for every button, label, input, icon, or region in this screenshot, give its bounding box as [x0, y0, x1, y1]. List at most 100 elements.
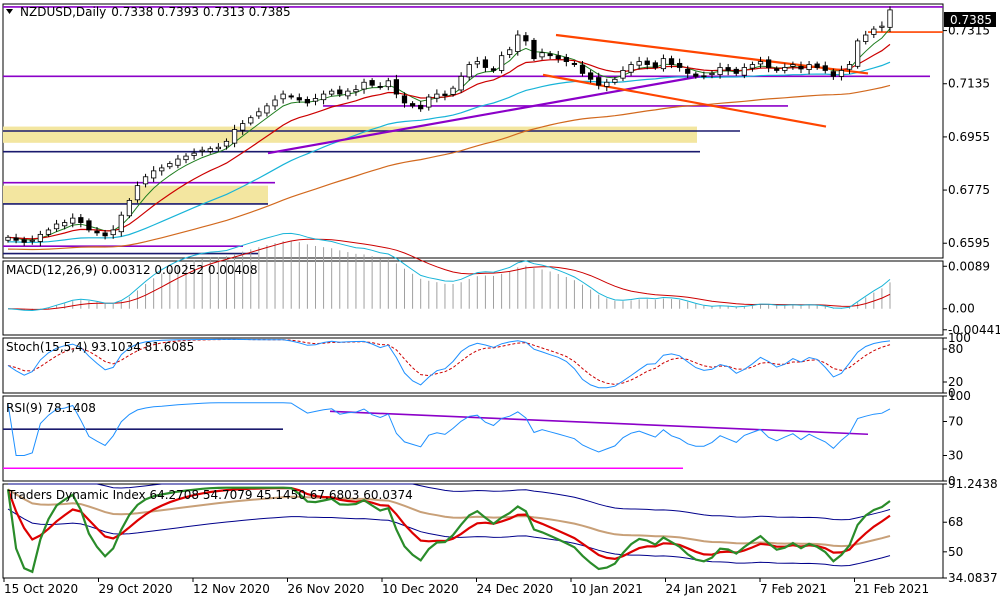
- tdi-tick-label-3: 34.0837: [948, 571, 998, 585]
- price-tick-label-0: 0.7315: [948, 24, 990, 38]
- candle-body: [102, 232, 108, 237]
- candle-body: [571, 62, 578, 65]
- x-tick-label-3: 26 Nov 2020: [288, 582, 365, 596]
- candle-body: [377, 86, 383, 88]
- candle-body: [757, 61, 764, 65]
- candle-body: [782, 67, 788, 71]
- candle-body: [142, 176, 149, 185]
- candle-body: [668, 58, 675, 65]
- candle-body: [507, 49, 513, 55]
- x-tick-label-4: 10 Dec 2020: [382, 582, 459, 596]
- price-tick-label-1: 0.7135: [948, 77, 990, 91]
- macd-tick-label-0: 0.0089: [948, 259, 990, 273]
- candle: [126, 198, 133, 219]
- rsi-tick-label-0: 100: [948, 389, 971, 403]
- stoch-tick-label-1: 80: [948, 342, 963, 356]
- candle-body: [434, 93, 440, 99]
- candle-body: [70, 217, 76, 224]
- candle-body: [474, 61, 480, 65]
- candle-body: [442, 93, 448, 96]
- candle-body: [806, 64, 812, 70]
- candle-body: [418, 104, 424, 110]
- rsi-tick-label-1: 70: [948, 415, 963, 429]
- candle-body: [798, 65, 804, 70]
- candle-body: [280, 93, 286, 100]
- candle-body: [863, 34, 869, 42]
- supply-zone-upper: [3, 126, 697, 143]
- tdi-tick-label-0: 91.2438: [948, 477, 998, 491]
- candle-body: [45, 229, 52, 235]
- candle-body: [555, 55, 561, 60]
- candle-body: [685, 68, 691, 74]
- tdi-tick-label-1: 68: [948, 515, 963, 529]
- candle-body: [523, 35, 529, 42]
- tdi-title: Traders Dynamic Index 64.2708 54.7079 45…: [7, 488, 413, 502]
- candle-body: [264, 105, 270, 114]
- candle-body: [175, 158, 181, 166]
- x-tick-label-7: 24 Jan 2021: [666, 582, 738, 596]
- candle-body: [110, 229, 116, 236]
- candle-body: [450, 87, 456, 95]
- candle: [531, 37, 537, 62]
- macd-title: MACD(12,26,9) 0.00312 0.00252 0.00408: [6, 263, 257, 277]
- candle: [86, 218, 92, 233]
- candle-body: [498, 55, 505, 71]
- candle-body: [345, 90, 351, 97]
- symbol-text: NZDUSD,Daily: [20, 5, 106, 19]
- candle-body: [628, 64, 634, 73]
- candle-body: [151, 170, 157, 179]
- ohlc-text: 0.7338 0.7393 0.7313 0.7385: [111, 5, 290, 19]
- candle-body: [248, 117, 254, 124]
- candle-body: [53, 223, 60, 230]
- x-tick-label-0: 15 Oct 2020: [4, 582, 78, 596]
- candle-body: [393, 79, 400, 95]
- candle-body: [676, 62, 683, 68]
- candle-body: [652, 62, 658, 68]
- candle-body: [620, 70, 626, 79]
- candle-body: [587, 72, 594, 80]
- candle-body: [846, 64, 853, 70]
- candle-body: [887, 9, 893, 28]
- candle-body: [822, 65, 828, 71]
- candle-body: [21, 239, 27, 243]
- candle-body: [191, 152, 197, 156]
- x-tick-label-2: 12 Nov 2020: [193, 582, 270, 596]
- chart-canvas[interactable]: 0.00890.00-0.00441 10080200 10070300 91.…: [0, 0, 1000, 600]
- candle-body: [361, 81, 367, 90]
- candle-body: [385, 80, 391, 88]
- x-tick-label-8: 7 Feb 2021: [760, 582, 827, 596]
- candle-body: [733, 68, 739, 74]
- candle-body: [539, 52, 545, 58]
- candle-body: [13, 237, 19, 241]
- candle-body: [855, 40, 861, 67]
- candle-body: [838, 70, 845, 77]
- candle-body: [207, 148, 213, 152]
- candle-body: [765, 59, 772, 68]
- candle-body: [62, 222, 68, 227]
- candle-body: [231, 129, 238, 144]
- candle: [855, 38, 861, 69]
- candle-body: [814, 63, 820, 68]
- candle-body: [304, 98, 311, 104]
- candle-body: [159, 167, 165, 172]
- candle-body: [636, 61, 642, 66]
- candle-body: [183, 155, 189, 161]
- candle-body: [515, 34, 521, 52]
- candle-body: [790, 64, 796, 67]
- candle-body: [94, 230, 100, 234]
- stoch-title: Stoch(15,5,4) 93.1034 81.6085: [6, 340, 194, 354]
- price-tick-label-4: 0.6595: [948, 236, 990, 250]
- candle-body: [596, 77, 602, 86]
- candle-body: [749, 64, 756, 69]
- candle-body: [312, 98, 319, 102]
- y-axis-labels: 0.7315 0.7135 0.6955 0.6775 0.6595: [943, 24, 990, 250]
- candle-body: [240, 123, 246, 131]
- price-tick-label-3: 0.6775: [948, 183, 990, 197]
- candle-body: [709, 73, 715, 75]
- candle-body: [563, 57, 569, 62]
- candle-body: [717, 67, 723, 75]
- candle-body: [531, 39, 537, 60]
- candle-body: [134, 185, 141, 201]
- candle-body: [126, 200, 133, 217]
- candle-body: [29, 239, 35, 242]
